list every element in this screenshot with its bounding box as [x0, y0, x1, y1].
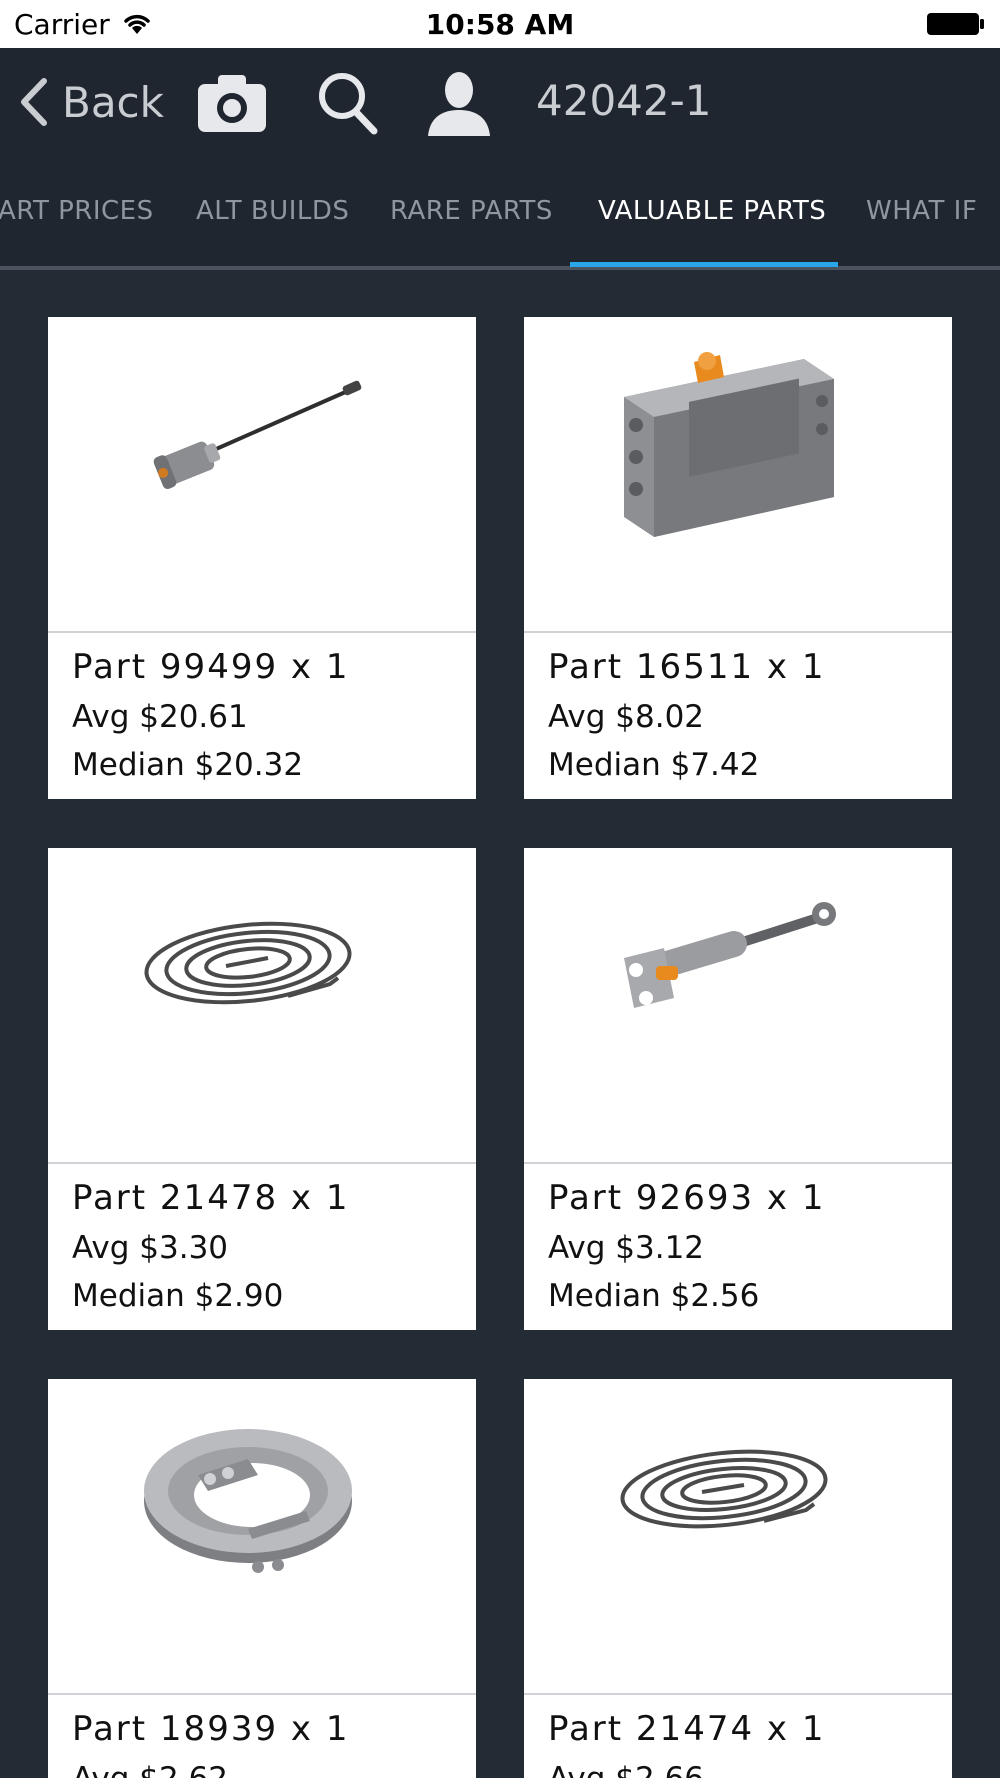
- parts-grid: Part 99499 x 1 Avg $20.61 Median $20.32 …: [0, 270, 1000, 1778]
- linear-actuator-icon: [624, 902, 836, 1008]
- part-image: [524, 1379, 952, 1695]
- part-avg-price: Avg $3.12: [548, 1230, 705, 1266]
- part-avg-price: Avg $2.66: [548, 1761, 704, 1778]
- part-title: Part 99499 x 1: [72, 647, 350, 687]
- part-card[interactable]: Part 21478 x 1 Avg $3.30 Median $2.90: [48, 848, 476, 1330]
- coiled-string-icon: [144, 921, 352, 1005]
- motor-with-cable-icon: [153, 380, 362, 489]
- part-title: Part 92693 x 1: [548, 1178, 826, 1218]
- tab-what-if[interactable]: WHAT IF: [866, 196, 977, 226]
- part-avg-price: Avg $20.61: [72, 699, 248, 735]
- part-avg-price: Avg $2.62: [72, 1761, 228, 1778]
- part-image: [48, 1379, 476, 1695]
- active-tab-indicator: [570, 262, 838, 267]
- back-button[interactable]: Back: [16, 74, 164, 130]
- chevron-left-icon: [21, 78, 47, 126]
- part-image: [48, 848, 476, 1164]
- part-avg-price: Avg $3.30: [72, 1230, 229, 1266]
- battery-icon: [927, 13, 984, 35]
- part-image: [524, 848, 952, 1164]
- part-image: [48, 317, 476, 633]
- part-title: Part 21478 x 1: [72, 1178, 350, 1218]
- search-icon[interactable]: [316, 70, 380, 136]
- tab-bar: ART PRICES ALT BUILDS RARE PARTS VALUABL…: [0, 170, 1000, 270]
- tab-art-prices[interactable]: ART PRICES: [0, 196, 154, 226]
- battery-box-icon: [624, 352, 834, 537]
- part-median-price: Median $7.42: [548, 747, 760, 783]
- camera-icon[interactable]: [196, 72, 268, 134]
- part-median-price: Median $20.32: [72, 747, 304, 783]
- part-card[interactable]: Part 21474 x 1 Avg $2.66: [524, 1379, 952, 1778]
- part-card[interactable]: Part 18939 x 1 Avg $2.62: [48, 1379, 476, 1778]
- part-card[interactable]: Part 99499 x 1 Avg $20.61 Median $20.32: [48, 317, 476, 799]
- back-label: Back: [62, 77, 164, 127]
- part-avg-price: Avg $8.02: [548, 699, 705, 735]
- part-card[interactable]: Part 16511 x 1 Avg $8.02 Median $7.42: [524, 317, 952, 799]
- profile-icon[interactable]: [426, 70, 492, 138]
- part-card[interactable]: Part 92693 x 1 Avg $3.12 Median $2.56: [524, 848, 952, 1330]
- navigation-bar: Back 42042-1: [0, 48, 1000, 170]
- part-title: Part 16511 x 1: [548, 647, 826, 687]
- part-median-price: Median $2.56: [548, 1278, 760, 1314]
- tab-valuable-parts[interactable]: VALUABLE PARTS: [598, 196, 826, 226]
- part-title: Part 21474 x 1: [548, 1709, 826, 1749]
- part-image: [524, 317, 952, 633]
- turntable-ring-icon: [144, 1429, 352, 1573]
- tab-alt-builds[interactable]: ALT BUILDS: [196, 196, 349, 226]
- status-time: 10:58 AM: [425, 8, 575, 41]
- part-median-price: Median $2.90: [72, 1278, 284, 1314]
- set-number-title: 42042-1: [536, 76, 712, 125]
- coiled-string-icon: [620, 1449, 828, 1529]
- part-title: Part 18939 x 1: [72, 1709, 350, 1749]
- tab-rare-parts[interactable]: RARE PARTS: [390, 196, 553, 226]
- status-bar: Carrier 10:58 AM: [0, 0, 1000, 48]
